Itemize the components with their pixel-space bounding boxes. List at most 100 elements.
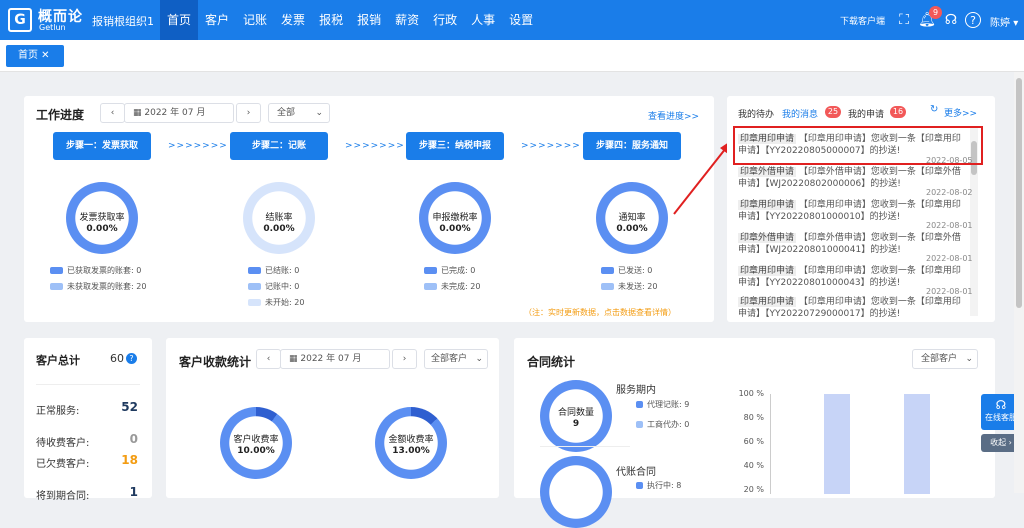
prev-month-button[interactable]: ‹ (256, 349, 281, 369)
agency-contract-ring[interactable] (540, 456, 612, 528)
tab-my-todo[interactable]: 我的待办 (738, 107, 774, 120)
user-menu[interactable]: 陈婷 ▾ (990, 14, 1018, 29)
overdue-label: 已欠费客户: (36, 459, 90, 470)
legend-not-started[interactable]: 未开始: 20 (248, 298, 304, 308)
contract-count-label: 合同数量 (557, 408, 594, 418)
tab-home[interactable]: 首页 ✕ (6, 45, 64, 67)
nav-bookkeeping[interactable]: 记账 (236, 0, 274, 40)
y-axis (770, 394, 771, 494)
calendar-icon: ▦ (289, 354, 301, 364)
next-month-button[interactable]: › (236, 103, 261, 123)
refresh-icon[interactable]: ↻ (930, 104, 938, 115)
legend-tax-done[interactable]: 已完成: 0 (424, 266, 475, 276)
month-value: 2022 年 07 月 (144, 108, 206, 118)
y-tick-label: 80 % (743, 413, 764, 422)
message-item[interactable]: 印章外借申请 【印章外借申请】您收到一条【印章外借 申请】【WJ202208010… (738, 232, 980, 256)
normal-service-label: 正常服务: (36, 406, 80, 417)
work-progress-title: 工作进度 (36, 108, 85, 122)
progress-filter-value: 全部 (277, 108, 296, 118)
step-invoice[interactable]: 步骤一：发票获取 (53, 132, 151, 160)
collection-filter-select[interactable]: 全部客户 ⌄ (424, 349, 488, 369)
pending-fee-count[interactable]: 0 (108, 432, 138, 446)
tab-my-applications[interactable]: 我的申请 (848, 107, 884, 120)
next-month-button[interactable]: › (392, 349, 417, 369)
chart-bar[interactable] (904, 394, 930, 494)
scan-icon[interactable]: ⛶ (895, 11, 913, 29)
download-client-link[interactable]: 下载客户端 (840, 14, 885, 27)
contract-count-value: 9 (572, 419, 580, 429)
message-item[interactable]: 印章外借申请 【印章外借申请】您收到一条【印章外借 申请】【WJ202208020… (738, 166, 980, 190)
page-scroll-thumb[interactable] (1016, 78, 1022, 308)
main-nav: 首页 客户 记账 发票 报税 报销 薪资 行政 人事 设置 (160, 0, 540, 40)
org-name[interactable]: 报销根组织1 (92, 13, 154, 29)
customers-title: 客户总计 (36, 354, 80, 367)
user-name: 陈婷 (990, 18, 1010, 29)
help-icon[interactable]: ? (965, 12, 981, 28)
legend-in-progress[interactable]: 执行中: 8 (636, 481, 681, 491)
amount-fee-rate-value: 13.00% (392, 446, 430, 456)
nav-salary[interactable]: 薪资 (388, 0, 426, 40)
step-arrows: >>>>>>> (345, 141, 405, 151)
nav-reimburse[interactable]: 报销 (350, 0, 388, 40)
nav-invoices[interactable]: 发票 (274, 0, 312, 40)
nav-hr[interactable]: 人事 (464, 0, 502, 40)
legend-unsent[interactable]: 未发送: 20 (601, 282, 657, 292)
help-icon[interactable]: ? (126, 353, 137, 364)
notification-badge: 9 (929, 6, 942, 19)
logo-mark: G (8, 8, 32, 32)
message-date: 2022-08-01 (926, 221, 973, 230)
collection-title: 客户收款统计 (179, 355, 252, 369)
highlight-box (733, 126, 983, 165)
step-notify[interactable]: 步骤四：服务通知 (583, 132, 681, 160)
legend-bookkeeping-contract[interactable]: 代理记账: 9 (636, 400, 689, 410)
legend-booking[interactable]: 记账中: 0 (248, 282, 299, 292)
customers-total[interactable]: 60 (110, 352, 124, 365)
headset-icon[interactable]: ☊ (942, 11, 960, 29)
tab-my-messages[interactable]: 我的消息 (782, 107, 818, 120)
expiring-label: 将到期合同: (36, 491, 90, 502)
agency-contract-title: 代账合同 (616, 467, 656, 478)
amount-fee-rate-label: 金额收费率 (388, 435, 434, 445)
customer-fee-rate-label: 客户收费率 (233, 435, 279, 445)
contracts-title: 合同统计 (527, 355, 576, 369)
nav-settings[interactable]: 设置 (502, 0, 540, 40)
step-arrows: >>>>>>> (521, 141, 581, 151)
message-item[interactable]: 印章用印申请 【印章用印申请】您收到一条【印章用印 申请】【YY202208010… (738, 265, 980, 289)
message-date: 2022-08-01 (926, 287, 973, 296)
messages-count-badge: 25 (825, 106, 841, 118)
expiring-count[interactable]: 1 (108, 485, 138, 499)
step-bookkeeping[interactable]: 步骤二：记账 (230, 132, 328, 160)
tax-rate-label: 申报缴税率 (432, 213, 478, 223)
nav-admin[interactable]: 行政 (426, 0, 464, 40)
close-rate-label: 结账率 (265, 213, 293, 223)
collection-month-picker[interactable]: ▦ 2022 年 07 月 (280, 349, 390, 369)
step-tax[interactable]: 步骤三：纳税申报 (406, 132, 504, 160)
legend-business-agency[interactable]: 工商代办: 0 (636, 420, 689, 430)
legend-invoice-missing[interactable]: 未获取发票的账套: 20 (50, 282, 146, 292)
overdue-count[interactable]: 18 (108, 453, 138, 467)
message-item[interactable]: 印章用印申请 【印章用印申请】您收到一条【印章用印 申请】【YY202207290… (738, 296, 980, 320)
invoice-rate-label: 发票获取率 (79, 213, 125, 223)
normal-service-count[interactable]: 52 (108, 400, 138, 414)
chart-bar[interactable] (824, 394, 850, 494)
nav-home[interactable]: 首页 (160, 0, 199, 40)
legend-closed[interactable]: 已结账: 0 (248, 266, 299, 276)
contracts-filter-select[interactable]: 全部客户 ⌄ (912, 349, 978, 369)
view-progress-link[interactable]: 查看进度>> (648, 109, 699, 122)
month-picker[interactable]: ▦ 2022 年 07 月 (124, 103, 234, 123)
calendar-icon: ▦ (133, 108, 145, 118)
step-arrows: >>>>>>> (168, 141, 228, 151)
legend-invoice-obtained[interactable]: 已获取发票的账套: 0 (50, 266, 141, 276)
legend-tax-pending[interactable]: 未完成: 20 (424, 282, 480, 292)
logo[interactable]: G 概而论 Getlun (8, 6, 88, 34)
message-item[interactable]: 印章用印申请 【印章用印申请】您收到一条【印章用印 申请】【YY202208010… (738, 199, 980, 223)
progress-filter-select[interactable]: 全部 ⌄ (268, 103, 330, 123)
nav-customers[interactable]: 客户 (198, 0, 236, 40)
message-date: 2022-08-02 (926, 188, 973, 197)
legend-sent[interactable]: 已发送: 0 (601, 266, 652, 276)
nav-tax[interactable]: 报税 (312, 0, 350, 40)
prev-month-button[interactable]: ‹ (100, 103, 125, 123)
applications-count-badge: 16 (890, 106, 906, 118)
more-messages-link[interactable]: 更多>> (944, 106, 977, 119)
customer-fee-rate-value: 10.00% (237, 446, 275, 456)
